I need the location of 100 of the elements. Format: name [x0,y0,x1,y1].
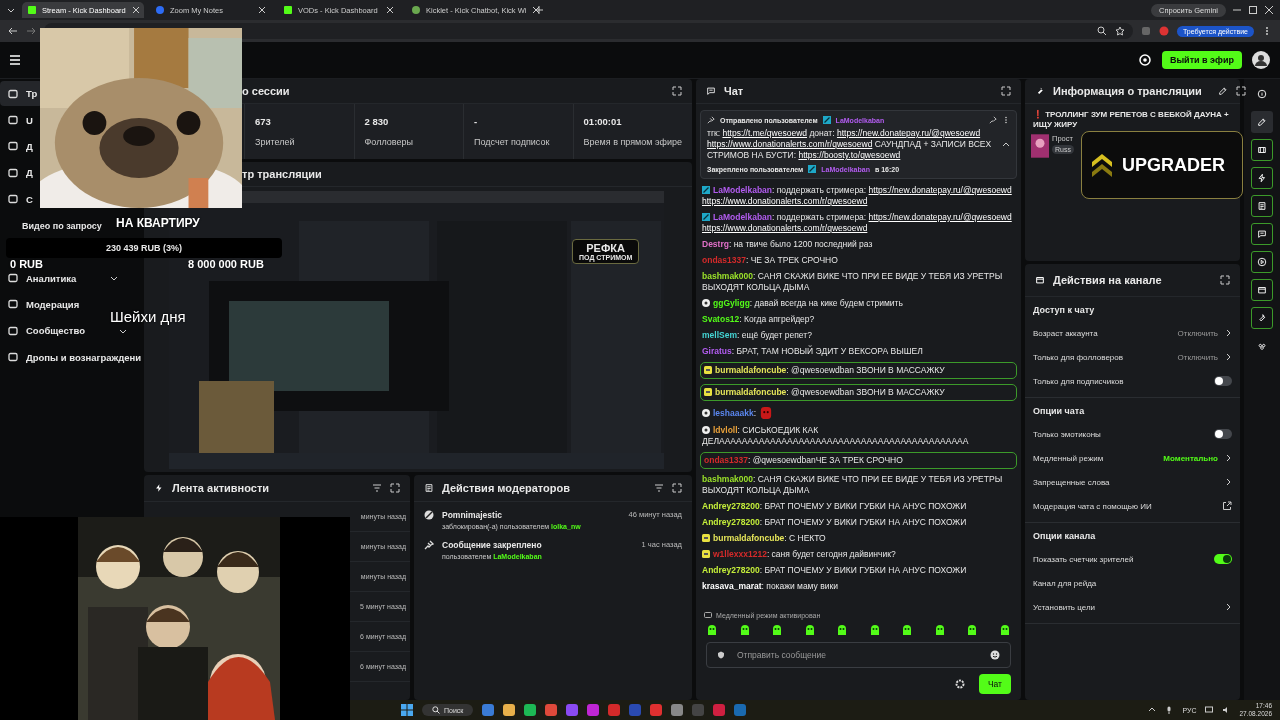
avatar[interactable] [1252,51,1270,69]
sidebar-item[interactable]: U [0,107,39,133]
sidebar-item[interactable]: Д [0,133,39,160]
chevron-icon[interactable] [1224,603,1232,611]
tool-button[interactable] [1251,111,1273,133]
tool-button[interactable] [1251,167,1273,189]
expand-icon[interactable] [672,86,682,96]
chevron-icon[interactable] [1224,454,1232,462]
emote-icon[interactable] [868,624,881,636]
expand-icon[interactable] [1001,86,1011,96]
filter-icon[interactable] [654,483,664,493]
link[interactable]: https://www.donationalerts.com/r/qwesoewd [707,139,873,149]
emote-icon[interactable] [836,624,849,636]
sidebar-item[interactable]: Дропы и вознаграждени [0,344,148,370]
start-icon[interactable] [401,704,413,716]
collapse-icon[interactable] [1002,140,1010,149]
toggle-switch[interactable] [1214,554,1232,564]
sidebar-item[interactable]: Д [0,160,39,186]
expand-icon[interactable] [1220,275,1230,285]
app-icon[interactable] [545,704,558,716]
maximize-icon[interactable] [1248,5,1258,15]
chevron-icon[interactable] [1224,353,1232,361]
close-icon[interactable] [532,6,541,14]
sidebar-item[interactable]: Видео по запросу [0,212,108,239]
tool-button[interactable] [1251,223,1273,245]
nav-icon [8,115,18,126]
emote-icon[interactable] [771,624,784,636]
settings-icon[interactable] [954,679,965,689]
expand-icon[interactable] [390,483,400,493]
stat-label: Время в прямом эфире [583,137,682,147]
sidebar-item[interactable]: С [0,186,39,212]
close-icon[interactable] [258,6,266,14]
chat-icon [706,86,716,96]
tool-button[interactable] [1251,307,1273,329]
microphone-icon[interactable] [1165,706,1174,714]
extensions-icon[interactable] [1141,26,1151,36]
emote-icon[interactable] [933,624,946,636]
go-live-button[interactable]: Выйти в эфир [1161,51,1242,69]
app-icon[interactable] [587,704,600,716]
setting-value[interactable]: Отключить [1177,352,1218,362]
expand-icon[interactable] [672,483,682,493]
emote-icon[interactable] [966,624,979,636]
chevron-icon[interactable] [1224,478,1232,486]
chevron-icon[interactable] [1224,329,1232,337]
emoji-icon[interactable] [990,650,1000,660]
expand-icon[interactable] [1235,86,1246,96]
setting-label: Канал для рейда [1033,578,1097,588]
external-link-icon[interactable] [1222,501,1232,511]
zoom-icon[interactable] [1097,26,1107,36]
tool-button[interactable] [1251,279,1273,301]
new-tab-icon[interactable] [534,5,544,15]
pin-icon [707,116,715,124]
toggle-switch[interactable] [1214,429,1232,439]
profile-icon[interactable] [1159,26,1169,36]
kick-icon [28,6,36,14]
link[interactable]: https://www.donationalerts.com/r/qwesoewd [702,223,868,233]
broadcast-icon[interactable] [1137,53,1152,67]
close-icon[interactable] [1264,5,1274,15]
edit-icon[interactable] [1217,86,1228,96]
link[interactable]: https://www.donationalerts.com/r/qwesoewd [702,196,868,206]
message-input[interactable]: Отправить сообщение [706,642,1011,668]
app-icon[interactable] [671,704,684,716]
emote-icon[interactable] [706,624,718,636]
sidebar-item[interactable]: Модерация [0,291,86,318]
app-icon[interactable] [524,704,537,716]
close-icon[interactable] [386,6,394,14]
link[interactable]: https://new.donatepay.ru/@qwesoewd [868,185,1012,195]
tool-button[interactable] [1251,195,1273,217]
link[interactable]: https://new.donatepay.ru/@qwesoewd [836,128,981,138]
link[interactable]: https://boosty.to/qwesoewd [798,150,901,160]
tool-button[interactable] [1251,251,1273,273]
setting-value[interactable]: Отключить [1177,328,1218,338]
chevron-icon[interactable] [1148,706,1157,714]
emote-icon[interactable] [738,624,751,636]
emote-icon[interactable] [998,624,1011,636]
star-icon[interactable] [1115,26,1125,36]
monitor-icon[interactable] [1205,706,1214,714]
emote-icon[interactable] [901,624,914,636]
send-button[interactable]: Чат [978,674,1011,694]
link[interactable]: https://t.me/qwesoewd [722,128,808,138]
toggle-switch[interactable] [1214,376,1232,386]
close-icon[interactable] [131,6,140,14]
back-icon[interactable] [8,26,18,36]
setting-value[interactable]: Моментально [1163,453,1218,463]
stat-value: 01:00:01 [583,116,623,127]
more-icon[interactable] [1002,116,1010,124]
setting-label: Только для фолловеров [1033,352,1123,362]
app-icon[interactable] [503,704,516,716]
unpin-icon[interactable] [989,116,997,124]
setting-label: Модерация чата с помощью ИИ [1033,501,1152,511]
setting-label: Только для подписчиков [1033,376,1124,386]
overlay-caption: Шейхи дня [110,308,186,325]
app-icon[interactable] [482,704,495,716]
emote-icon[interactable] [803,624,816,636]
filter-icon[interactable] [372,483,382,493]
app-icon[interactable] [650,704,663,716]
tool-button[interactable] [1251,139,1273,161]
forward-icon[interactable] [26,26,36,36]
menu-icon[interactable] [8,53,22,67]
link[interactable]: https://new.donatepay.ru/@qwesoewd [868,212,1012,222]
